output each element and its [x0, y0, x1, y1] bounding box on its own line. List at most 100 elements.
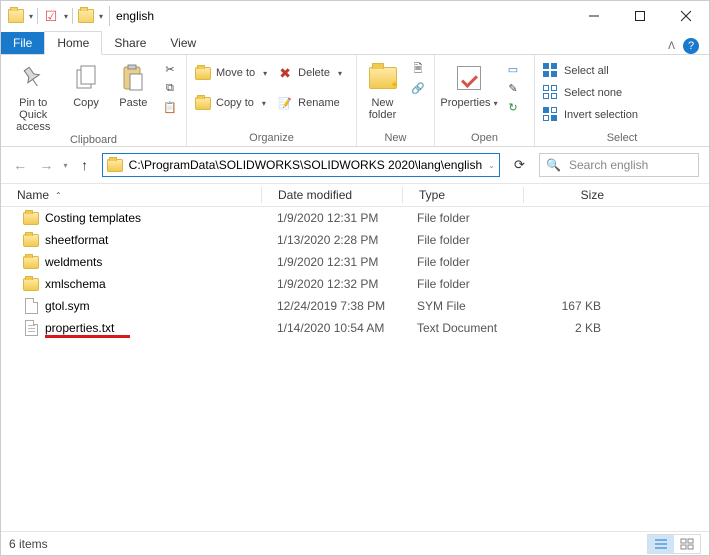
maximize-button[interactable] — [617, 1, 663, 31]
delete-button[interactable]: ✖ Delete▾ — [277, 65, 342, 81]
pin-quick-access-button[interactable]: Pin to Quick access — [9, 59, 57, 133]
cut-button[interactable]: ✂ — [162, 61, 178, 77]
sort-caret-icon: ⌃ — [55, 191, 62, 200]
copy-button[interactable]: Copy — [67, 59, 104, 109]
app-folder-icon — [7, 7, 25, 25]
col-type[interactable]: Type — [403, 188, 523, 202]
nav-row: ← → ▾ ↑ C:\ProgramData\SOLIDWORKS\SOLIDW… — [1, 147, 709, 183]
move-to-button[interactable]: Move to▾ — [195, 65, 267, 81]
new-folder-icon — [369, 67, 397, 89]
easy-access-icon: 🔗 — [410, 80, 426, 96]
edit-button[interactable]: ✎ — [505, 80, 521, 96]
item-size: 2 KB — [521, 321, 631, 335]
select-all-button[interactable]: Select all — [543, 63, 638, 79]
tab-home[interactable]: Home — [44, 31, 102, 55]
tab-share[interactable]: Share — [102, 32, 158, 54]
tab-file[interactable]: File — [1, 32, 44, 54]
open-button[interactable]: ▭ — [505, 61, 521, 77]
copy-path-icon: ⧉ — [162, 80, 178, 96]
address-path: C:\ProgramData\SOLIDWORKS\SOLIDWORKS 202… — [129, 158, 482, 172]
rename-icon: 📝 — [277, 95, 293, 111]
rename-button[interactable]: 📝 Rename — [277, 95, 342, 111]
qat-dropdown-3[interactable]: ▾ — [99, 12, 103, 21]
group-label-organize: Organize — [195, 131, 348, 144]
item-type: File folder — [401, 233, 521, 247]
item-name: weldments — [45, 255, 102, 269]
col-size[interactable]: Size — [524, 188, 634, 202]
ribbon: Pin to Quick access Copy Paste ✂ ⧉ 📋 Cli… — [1, 55, 709, 147]
easy-access-button[interactable]: 🔗 — [410, 80, 426, 96]
group-label-open: Open — [443, 131, 526, 144]
column-headers: Name⌃ Date modified Type Size — [1, 183, 709, 207]
copy-icon — [74, 65, 98, 91]
new-item-button[interactable]: 🗎 — [410, 61, 426, 77]
paste-icon — [121, 64, 145, 92]
item-date: 1/13/2020 2:28 PM — [261, 233, 401, 247]
select-none-icon — [543, 85, 559, 101]
list-item[interactable]: properties.txt 1/14/2020 10:54 AMText Doc… — [1, 317, 709, 339]
item-type: Text Document — [401, 321, 521, 335]
select-all-icon — [543, 63, 559, 79]
item-date: 1/9/2020 12:31 PM — [261, 255, 401, 269]
invert-selection-icon — [543, 107, 559, 123]
nav-forward-button[interactable]: → — [37, 154, 55, 176]
status-item-count: 6 items — [9, 537, 48, 551]
scissors-icon: ✂ — [162, 61, 178, 77]
folder-icon — [23, 276, 39, 292]
item-name: properties.txt — [45, 321, 114, 335]
copy-to-icon — [195, 95, 211, 111]
nav-back-button[interactable]: ← — [11, 154, 29, 176]
item-type: File folder — [401, 255, 521, 269]
folder-icon — [23, 232, 39, 248]
item-date: 1/9/2020 12:31 PM — [261, 211, 401, 225]
thumbnails-view-button[interactable] — [674, 535, 700, 553]
file-list[interactable]: Costing templates1/9/2020 12:31 PMFile f… — [1, 207, 709, 531]
qat-dropdown-2[interactable]: ▾ — [64, 12, 68, 21]
copy-to-button[interactable]: Copy to▾ — [195, 95, 267, 111]
minimize-button[interactable] — [571, 1, 617, 31]
move-to-icon — [195, 65, 211, 81]
item-date: 1/14/2020 10:54 AM — [261, 321, 401, 335]
item-size: 167 KB — [521, 299, 631, 313]
close-button[interactable] — [663, 1, 709, 31]
invert-selection-button[interactable]: Invert selection — [543, 107, 638, 123]
item-type: File folder — [401, 277, 521, 291]
item-name: xmlschema — [45, 277, 106, 291]
list-item[interactable]: Costing templates1/9/2020 12:31 PMFile f… — [1, 207, 709, 229]
search-box[interactable]: 🔍 — [539, 153, 699, 177]
help-icon[interactable]: ? — [683, 38, 699, 54]
new-folder-button[interactable]: New folder — [365, 59, 400, 121]
nav-up-button[interactable]: ↑ — [75, 154, 93, 176]
group-label-new: New — [365, 131, 426, 144]
copy-path-button[interactable]: ⧉ — [162, 80, 178, 96]
item-name: gtol.sym — [45, 299, 90, 313]
item-name: sheetformat — [45, 233, 108, 247]
item-date: 1/9/2020 12:32 PM — [261, 277, 401, 291]
qat-folder-icon[interactable] — [77, 7, 95, 25]
paste-shortcut-button[interactable]: 📋 — [162, 99, 178, 115]
item-date: 12/24/2019 7:38 PM — [261, 299, 401, 313]
address-dropdown[interactable]: ⌄ — [488, 161, 495, 170]
list-item[interactable]: gtol.sym12/24/2019 7:38 PMSYM File167 KB — [1, 295, 709, 317]
open-icon: ▭ — [505, 61, 521, 77]
text-file-icon — [23, 320, 39, 336]
history-button[interactable]: ↻ — [505, 99, 521, 115]
refresh-button[interactable]: ⟳ — [508, 153, 531, 177]
qat-dropdown-1[interactable]: ▾ — [29, 12, 33, 21]
col-name[interactable]: Name⌃ — [1, 188, 261, 202]
select-none-button[interactable]: Select none — [543, 85, 638, 101]
col-date[interactable]: Date modified — [262, 188, 402, 202]
properties-button[interactable]: Properties▾ — [443, 59, 495, 109]
qat-properties-icon[interactable]: ☑ — [42, 7, 60, 25]
search-input[interactable] — [567, 157, 710, 173]
folder-icon — [23, 254, 39, 270]
tab-view[interactable]: View — [158, 32, 208, 54]
list-item[interactable]: weldments 1/9/2020 12:31 PMFile folder — [1, 251, 709, 273]
list-item[interactable]: sheetformat 1/13/2020 2:28 PMFile folder — [1, 229, 709, 251]
nav-history-dropdown[interactable]: ▾ — [63, 161, 67, 170]
list-item[interactable]: xmlschema 1/9/2020 12:32 PMFile folder — [1, 273, 709, 295]
collapse-ribbon-icon[interactable]: ᐱ — [668, 41, 675, 52]
details-view-button[interactable] — [648, 535, 674, 553]
paste-button[interactable]: Paste — [115, 59, 152, 109]
address-bar[interactable]: C:\ProgramData\SOLIDWORKS\SOLIDWORKS 202… — [102, 153, 500, 177]
